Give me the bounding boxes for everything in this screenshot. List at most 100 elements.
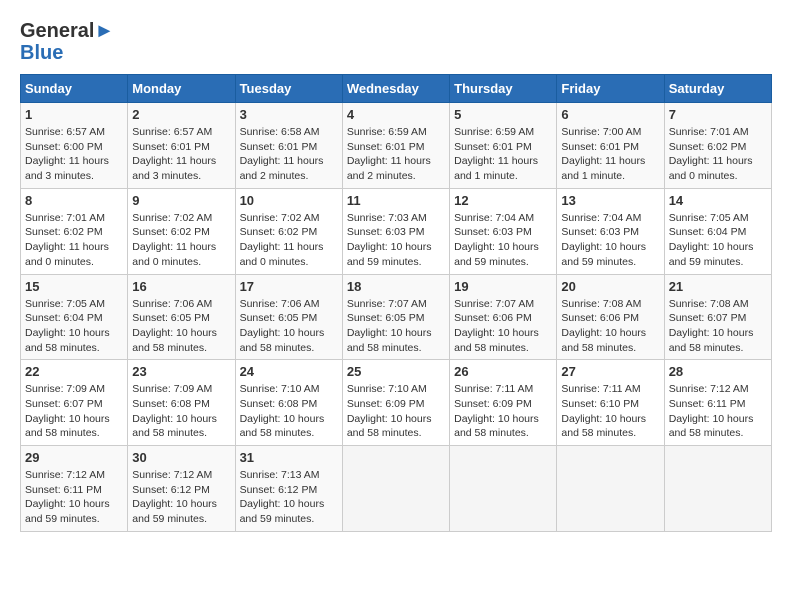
logo-bird-icon: ►: [94, 20, 114, 42]
calendar-day-cell: 14 Sunrise: 7:05 AMSunset: 6:04 PMDaylig…: [664, 188, 771, 274]
day-info: Sunrise: 7:05 AMSunset: 6:04 PMDaylight:…: [669, 212, 754, 268]
day-info: Sunrise: 7:07 AMSunset: 6:06 PMDaylight:…: [454, 298, 539, 354]
calendar-day-cell: 29 Sunrise: 7:12 AMSunset: 6:11 PMDaylig…: [21, 446, 128, 532]
day-info: Sunrise: 6:59 AMSunset: 6:01 PMDaylight:…: [347, 126, 431, 182]
calendar-day-cell: 19 Sunrise: 7:07 AMSunset: 6:06 PMDaylig…: [450, 274, 557, 360]
calendar-day-cell: 30 Sunrise: 7:12 AMSunset: 6:12 PMDaylig…: [128, 446, 235, 532]
day-info: Sunrise: 7:09 AMSunset: 6:08 PMDaylight:…: [132, 383, 217, 439]
calendar-day-cell: 11 Sunrise: 7:03 AMSunset: 6:03 PMDaylig…: [342, 188, 449, 274]
calendar-day-cell: 18 Sunrise: 7:07 AMSunset: 6:05 PMDaylig…: [342, 274, 449, 360]
day-number: 15: [25, 279, 123, 294]
day-info: Sunrise: 7:10 AMSunset: 6:08 PMDaylight:…: [240, 383, 325, 439]
calendar-day-cell: [450, 446, 557, 532]
day-number: 31: [240, 450, 338, 465]
day-number: 10: [240, 193, 338, 208]
calendar-day-cell: 21 Sunrise: 7:08 AMSunset: 6:07 PMDaylig…: [664, 274, 771, 360]
calendar-header-row: SundayMondayTuesdayWednesdayThursdayFrid…: [21, 75, 772, 103]
day-info: Sunrise: 7:09 AMSunset: 6:07 PMDaylight:…: [25, 383, 110, 439]
day-number: 3: [240, 107, 338, 122]
day-number: 21: [669, 279, 767, 294]
day-number: 16: [132, 279, 230, 294]
day-info: Sunrise: 7:12 AMSunset: 6:11 PMDaylight:…: [25, 469, 110, 525]
calendar-header-cell: Friday: [557, 75, 664, 103]
calendar-week-row: 8 Sunrise: 7:01 AMSunset: 6:02 PMDayligh…: [21, 188, 772, 274]
calendar-day-cell: 1 Sunrise: 6:57 AMSunset: 6:00 PMDayligh…: [21, 103, 128, 189]
calendar-day-cell: 15 Sunrise: 7:05 AMSunset: 6:04 PMDaylig…: [21, 274, 128, 360]
day-info: Sunrise: 6:58 AMSunset: 6:01 PMDaylight:…: [240, 126, 324, 182]
calendar-week-row: 29 Sunrise: 7:12 AMSunset: 6:11 PMDaylig…: [21, 446, 772, 532]
calendar-header-cell: Saturday: [664, 75, 771, 103]
day-info: Sunrise: 7:06 AMSunset: 6:05 PMDaylight:…: [240, 298, 325, 354]
calendar-day-cell: 26 Sunrise: 7:11 AMSunset: 6:09 PMDaylig…: [450, 360, 557, 446]
day-number: 8: [25, 193, 123, 208]
calendar-day-cell: 27 Sunrise: 7:11 AMSunset: 6:10 PMDaylig…: [557, 360, 664, 446]
day-number: 29: [25, 450, 123, 465]
day-info: Sunrise: 7:08 AMSunset: 6:07 PMDaylight:…: [669, 298, 754, 354]
calendar-day-cell: 4 Sunrise: 6:59 AMSunset: 6:01 PMDayligh…: [342, 103, 449, 189]
day-info: Sunrise: 7:01 AMSunset: 6:02 PMDaylight:…: [25, 212, 109, 268]
day-info: Sunrise: 7:00 AMSunset: 6:01 PMDaylight:…: [561, 126, 645, 182]
day-number: 27: [561, 364, 659, 379]
day-number: 14: [669, 193, 767, 208]
day-info: Sunrise: 7:11 AMSunset: 6:10 PMDaylight:…: [561, 383, 646, 439]
day-info: Sunrise: 7:02 AMSunset: 6:02 PMDaylight:…: [240, 212, 324, 268]
calendar-header-cell: Monday: [128, 75, 235, 103]
day-info: Sunrise: 7:05 AMSunset: 6:04 PMDaylight:…: [25, 298, 110, 354]
day-number: 28: [669, 364, 767, 379]
day-info: Sunrise: 6:57 AMSunset: 6:00 PMDaylight:…: [25, 126, 109, 182]
calendar-header-cell: Sunday: [21, 75, 128, 103]
day-number: 7: [669, 107, 767, 122]
day-number: 18: [347, 279, 445, 294]
calendar-day-cell: 28 Sunrise: 7:12 AMSunset: 6:11 PMDaylig…: [664, 360, 771, 446]
day-info: Sunrise: 7:01 AMSunset: 6:02 PMDaylight:…: [669, 126, 753, 182]
day-info: Sunrise: 7:03 AMSunset: 6:03 PMDaylight:…: [347, 212, 432, 268]
calendar-day-cell: 22 Sunrise: 7:09 AMSunset: 6:07 PMDaylig…: [21, 360, 128, 446]
calendar-day-cell: 20 Sunrise: 7:08 AMSunset: 6:06 PMDaylig…: [557, 274, 664, 360]
day-number: 12: [454, 193, 552, 208]
day-info: Sunrise: 6:59 AMSunset: 6:01 PMDaylight:…: [454, 126, 538, 182]
calendar-day-cell: 9 Sunrise: 7:02 AMSunset: 6:02 PMDayligh…: [128, 188, 235, 274]
day-info: Sunrise: 7:08 AMSunset: 6:06 PMDaylight:…: [561, 298, 646, 354]
calendar-header-cell: Tuesday: [235, 75, 342, 103]
calendar-day-cell: 12 Sunrise: 7:04 AMSunset: 6:03 PMDaylig…: [450, 188, 557, 274]
day-number: 5: [454, 107, 552, 122]
page-header: General► Blue: [20, 20, 772, 64]
day-info: Sunrise: 7:11 AMSunset: 6:09 PMDaylight:…: [454, 383, 539, 439]
calendar-day-cell: [664, 446, 771, 532]
day-number: 11: [347, 193, 445, 208]
calendar-day-cell: 8 Sunrise: 7:01 AMSunset: 6:02 PMDayligh…: [21, 188, 128, 274]
day-number: 22: [25, 364, 123, 379]
calendar-day-cell: 3 Sunrise: 6:58 AMSunset: 6:01 PMDayligh…: [235, 103, 342, 189]
calendar-day-cell: 16 Sunrise: 7:06 AMSunset: 6:05 PMDaylig…: [128, 274, 235, 360]
day-info: Sunrise: 7:04 AMSunset: 6:03 PMDaylight:…: [561, 212, 646, 268]
day-number: 4: [347, 107, 445, 122]
day-number: 17: [240, 279, 338, 294]
day-info: Sunrise: 7:10 AMSunset: 6:09 PMDaylight:…: [347, 383, 432, 439]
calendar-week-row: 15 Sunrise: 7:05 AMSunset: 6:04 PMDaylig…: [21, 274, 772, 360]
calendar-day-cell: 24 Sunrise: 7:10 AMSunset: 6:08 PMDaylig…: [235, 360, 342, 446]
calendar-day-cell: [342, 446, 449, 532]
day-number: 9: [132, 193, 230, 208]
calendar-day-cell: 10 Sunrise: 7:02 AMSunset: 6:02 PMDaylig…: [235, 188, 342, 274]
calendar-day-cell: 13 Sunrise: 7:04 AMSunset: 6:03 PMDaylig…: [557, 188, 664, 274]
day-number: 13: [561, 193, 659, 208]
day-info: Sunrise: 7:12 AMSunset: 6:11 PMDaylight:…: [669, 383, 754, 439]
calendar-day-cell: 6 Sunrise: 7:00 AMSunset: 6:01 PMDayligh…: [557, 103, 664, 189]
calendar-day-cell: 31 Sunrise: 7:13 AMSunset: 6:12 PMDaylig…: [235, 446, 342, 532]
day-info: Sunrise: 7:02 AMSunset: 6:02 PMDaylight:…: [132, 212, 216, 268]
calendar-day-cell: 5 Sunrise: 6:59 AMSunset: 6:01 PMDayligh…: [450, 103, 557, 189]
day-number: 2: [132, 107, 230, 122]
day-number: 20: [561, 279, 659, 294]
calendar-week-row: 22 Sunrise: 7:09 AMSunset: 6:07 PMDaylig…: [21, 360, 772, 446]
calendar-table: SundayMondayTuesdayWednesdayThursdayFrid…: [20, 74, 772, 532]
calendar-week-row: 1 Sunrise: 6:57 AMSunset: 6:00 PMDayligh…: [21, 103, 772, 189]
day-info: Sunrise: 7:07 AMSunset: 6:05 PMDaylight:…: [347, 298, 432, 354]
day-number: 30: [132, 450, 230, 465]
calendar-header-cell: Thursday: [450, 75, 557, 103]
day-info: Sunrise: 7:13 AMSunset: 6:12 PMDaylight:…: [240, 469, 325, 525]
day-info: Sunrise: 7:12 AMSunset: 6:12 PMDaylight:…: [132, 469, 217, 525]
day-info: Sunrise: 6:57 AMSunset: 6:01 PMDaylight:…: [132, 126, 216, 182]
day-info: Sunrise: 7:06 AMSunset: 6:05 PMDaylight:…: [132, 298, 217, 354]
calendar-day-cell: 17 Sunrise: 7:06 AMSunset: 6:05 PMDaylig…: [235, 274, 342, 360]
day-number: 6: [561, 107, 659, 122]
